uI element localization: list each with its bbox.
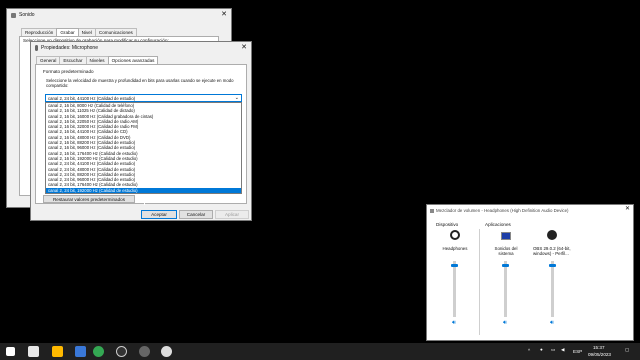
obs-icon bbox=[547, 230, 557, 240]
volume-slider-track[interactable] bbox=[453, 261, 456, 317]
format-dropdown-value: canal 2, 24 bit, 44100 Hz (Calidad de es… bbox=[48, 96, 136, 101]
channel-name-headphones: Headphones bbox=[442, 246, 468, 251]
ok-button[interactable]: Aceptar bbox=[141, 210, 177, 219]
microphone-icon bbox=[35, 45, 38, 51]
tab-opciones-avanzadas[interactable]: Opciones avanzadas bbox=[107, 56, 159, 64]
file-explorer-icon[interactable] bbox=[52, 346, 63, 357]
speaker-icon[interactable]: 🔊︎ bbox=[503, 320, 507, 327]
close-icon[interactable]: ✕ bbox=[221, 10, 227, 18]
section-title: Formato predeterminado bbox=[43, 69, 94, 74]
microphone-tray-icon[interactable]: ● bbox=[540, 347, 543, 352]
apply-button[interactable]: Aplicar bbox=[215, 210, 249, 219]
start-icon[interactable] bbox=[6, 347, 15, 356]
tab-escuchar[interactable]: Escuchar bbox=[59, 56, 87, 64]
chrome-icon[interactable] bbox=[93, 346, 104, 357]
windows-icon[interactable] bbox=[75, 346, 86, 357]
properties-titlebar[interactable]: Propiedades: Microphone bbox=[31, 42, 251, 54]
system-sounds-icon bbox=[501, 232, 511, 240]
list-item-selected[interactable]: canal 2, 24 bit, 192000 Hz (Calidad de e… bbox=[46, 187, 241, 193]
mixer-titlebar[interactable]: Mezclador de volumen - Headphones (High … bbox=[427, 205, 633, 216]
sound-window-title: Sonido bbox=[19, 12, 35, 18]
volume-slider-track[interactable] bbox=[504, 261, 507, 317]
clock-time[interactable]: 15:37 bbox=[593, 345, 605, 350]
tray-chevron-icon[interactable]: ^ bbox=[528, 348, 530, 353]
close-icon[interactable]: ✕ bbox=[241, 43, 247, 51]
format-dropdown[interactable]: canal 2, 24 bit, 44100 Hz (Calidad de es… bbox=[45, 94, 242, 102]
calendar-icon[interactable] bbox=[28, 346, 39, 357]
section-description: Seleccione la velocidad de muestra y pro… bbox=[46, 78, 234, 89]
channel-name-system: Sonidos del sistema bbox=[494, 246, 518, 257]
tab-general[interactable]: General bbox=[36, 56, 61, 64]
tab-nivel[interactable]: Nivel bbox=[77, 28, 96, 36]
mixer-icon bbox=[430, 208, 434, 213]
volume-tray-icon[interactable]: ◀ bbox=[561, 347, 565, 353]
cancel-button[interactable]: Cancelar bbox=[179, 210, 213, 219]
format-options-list[interactable]: canal 2, 16 bit, 8000 Hz (Calidad de tel… bbox=[45, 102, 242, 194]
taskbar: ^ ● ▭ ◀ ESP 15:37 09/05/2023 ▢ bbox=[0, 343, 640, 360]
restore-defaults-button[interactable]: Restaurar valores predeterminados bbox=[43, 195, 135, 203]
apps-header: Aplicaciones bbox=[485, 222, 511, 227]
volume-slider-track[interactable] bbox=[551, 261, 554, 317]
volume-mixer-window: Mezclador de volumen - Headphones (High … bbox=[426, 204, 634, 341]
tab-reproduccion[interactable]: Reproducción bbox=[21, 28, 58, 36]
speaker-icon[interactable]: 🔊︎ bbox=[452, 320, 456, 327]
crosshair-cursor-icon bbox=[140, 196, 149, 205]
divider bbox=[479, 229, 480, 335]
headphones-icon bbox=[450, 230, 460, 240]
settings-icon[interactable] bbox=[161, 346, 172, 357]
obs-taskbar-icon[interactable] bbox=[139, 346, 150, 357]
chevron-down-icon: ⌄ bbox=[234, 95, 239, 101]
tab-niveles[interactable]: Niveles bbox=[85, 56, 109, 64]
properties-window-title: Propiedades: Microphone bbox=[41, 45, 98, 51]
network-icon[interactable]: ▭ bbox=[551, 347, 555, 353]
device-header: Dispositivo bbox=[436, 222, 459, 227]
close-icon[interactable]: ✕ bbox=[625, 205, 630, 212]
tab-grabar[interactable]: Grabar bbox=[56, 28, 79, 36]
channel-name-obs: OBS 29.0.2 (64-bit, windows) - Perfil... bbox=[533, 246, 571, 257]
speaker-icon[interactable]: 🔊︎ bbox=[550, 320, 554, 327]
language-indicator[interactable]: ESP bbox=[573, 349, 582, 354]
speaker-icon bbox=[11, 12, 16, 18]
sound-titlebar[interactable]: Sonido bbox=[7, 9, 231, 21]
notification-icon[interactable]: ▢ bbox=[625, 347, 629, 353]
properties-window: Propiedades: Microphone ✕ General Escuch… bbox=[30, 41, 252, 221]
tab-comunicaciones[interactable]: Comunicaciones bbox=[94, 28, 137, 36]
record-app-icon[interactable] bbox=[116, 346, 127, 357]
mixer-title: Mezclador de volumen - Headphones (High … bbox=[436, 208, 569, 213]
clock-date[interactable]: 09/05/2023 bbox=[588, 352, 611, 357]
advanced-panel: Formato predeterminado Seleccione la vel… bbox=[35, 64, 247, 204]
